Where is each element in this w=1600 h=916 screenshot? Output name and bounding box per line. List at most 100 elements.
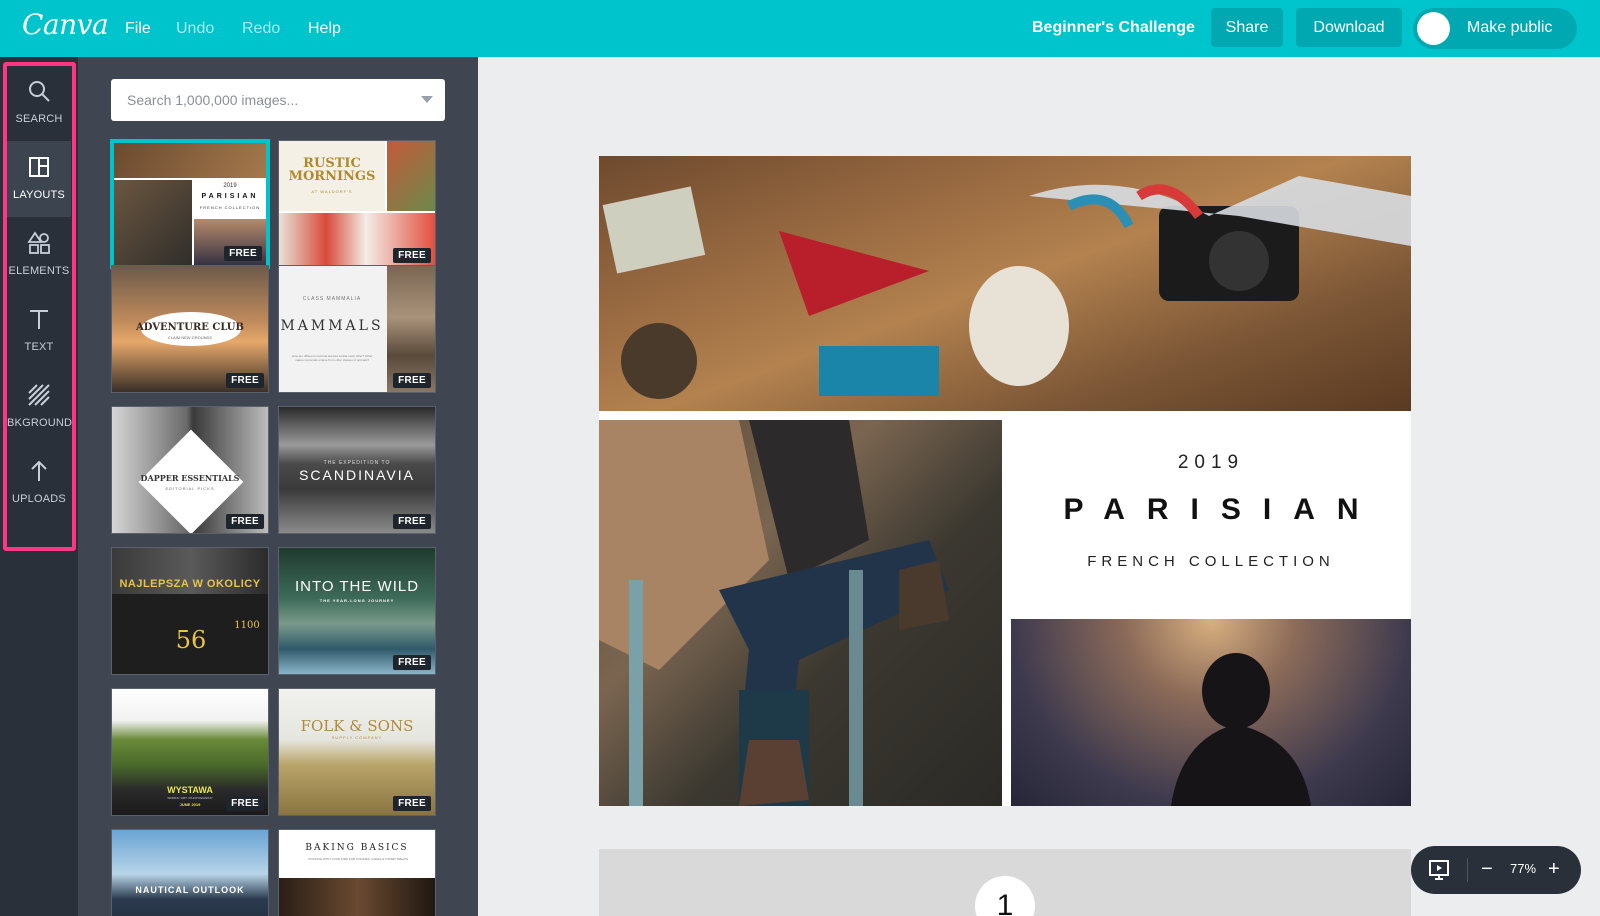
thumbnail-title: SCANDINAVIA <box>299 467 415 483</box>
photo-content <box>599 420 949 806</box>
thumbnail-subtitle: CLAIM NEW GROUNDS <box>167 335 213 340</box>
background-icon <box>28 384 50 406</box>
file-menu[interactable]: File <box>125 20 151 38</box>
free-badge: FREE <box>393 796 431 811</box>
photo-sunset-silhouette[interactable] <box>1011 619 1411 806</box>
sidebar-item-label: LAYOUTS <box>13 189 65 201</box>
sidebar-item-label: TEXT <box>24 341 54 353</box>
present-icon[interactable] <box>1427 858 1451 882</box>
share-button[interactable]: Share <box>1211 8 1283 47</box>
layout-thumbnail-into-the-wild[interactable]: INTO THE WILD THE YEAR-LONG JOURNEY FREE <box>278 547 436 675</box>
thumbnail-image <box>114 143 266 178</box>
zoom-divider <box>1467 858 1468 882</box>
chevron-down-icon[interactable] <box>421 96 433 103</box>
layouts-panel: Search 1,000,000 images... 2019 PARISIAN… <box>78 57 478 916</box>
download-button[interactable]: Download <box>1296 8 1402 47</box>
free-badge: FREE <box>393 655 431 670</box>
sidebar-item-background[interactable]: BKGROUND <box>7 369 73 445</box>
thumbnail-subtitle: FRENCH COLLECTION <box>199 205 261 210</box>
free-badge: FREE <box>393 373 431 388</box>
sidebar-item-layouts[interactable]: LAYOUTS <box>7 141 71 217</box>
thumbnail-subtitle: AT WALDORF'S <box>311 189 353 194</box>
image-search-input[interactable]: Search 1,000,000 images... <box>111 79 445 121</box>
sidebar-item-uploads[interactable]: UPLOADS <box>7 445 71 521</box>
layout-thumbnail-nautical-outlook[interactable]: NAUTICAL OUTLOOK <box>111 829 269 916</box>
layout-thumbnail-wystawa[interactable]: WYSTAWA WORKS / ART / PHOTOGRAPHY JUNE 2… <box>111 688 269 816</box>
upload-icon <box>31 460 47 481</box>
layout-thumbnail-najlepsza-w-okolicy[interactable]: NAJLEPSZA W OKOLICY 56 1100 <box>111 547 269 675</box>
sidebar: SEARCH LAYOUTS ELEMENTS TEXT BKGROUND UP… <box>0 57 78 916</box>
free-badge: FREE <box>226 514 264 529</box>
thumbnail-number: 56 <box>175 626 207 654</box>
thumbnail-image <box>387 141 435 211</box>
free-badge: FREE <box>224 246 262 261</box>
design-page-2[interactable]: 1 <box>599 849 1411 916</box>
search-icon <box>29 81 50 102</box>
sidebar-item-label: ELEMENTS <box>8 265 70 277</box>
thumbnail-title: ADVENTURE CLUB <box>136 322 244 333</box>
text-icon <box>30 310 48 329</box>
elements-icon <box>27 231 50 254</box>
layout-thumbnail-scandinavia[interactable]: THE EXPEDITION TO SCANDINAVIA FREE <box>278 406 436 534</box>
thumbnail-title: MAMMALS <box>280 318 384 334</box>
zoom-in-button[interactable]: + <box>1548 858 1560 880</box>
sidebar-item-label: UPLOADS <box>12 493 66 505</box>
layout-thumbnail-parisian[interactable]: 2019 PARISIAN FRENCH COLLECTION FREE <box>111 140 269 268</box>
make-public-label: Make public <box>1467 19 1553 36</box>
zoom-level[interactable]: 77% <box>1503 861 1543 876</box>
thumbnail-image <box>114 180 192 265</box>
zoom-control: − 77% + <box>1411 846 1581 894</box>
help-menu[interactable]: Help <box>308 20 341 38</box>
free-badge: FREE <box>393 248 431 263</box>
design-page[interactable]: 2019 PARISIAN FRENCH COLLECTION <box>599 156 1411 806</box>
photo-woman-seated[interactable] <box>599 420 1002 806</box>
thumbnail-kicker: CLASS MAMMALIA <box>302 296 362 302</box>
page-number-badge: 1 <box>975 876 1035 916</box>
sidebar-item-label: SEARCH <box>15 113 63 125</box>
layout-thumbnail-rustic-mornings[interactable]: RUSTIC MORNINGS AT WALDORF'S FREE <box>278 140 436 268</box>
layout-thumbnail-mammals[interactable]: CLASS MAMMALIA MAMMALS How are different… <box>278 265 436 393</box>
thumbnail-subtitle: EDITORIAL PICKS <box>165 486 215 491</box>
free-badge: FREE <box>226 373 264 388</box>
free-badge: FREE <box>393 514 431 529</box>
photo-desk-flatlay[interactable] <box>599 156 1411 411</box>
thumbnail-body: How are different mammal species similar… <box>291 354 373 362</box>
thumbnail-title: PARISIAN <box>201 193 259 200</box>
design-subtitle-text[interactable]: FRENCH COLLECTION <box>1011 553 1411 570</box>
thumbnail-title: FOLK & SONS <box>300 717 414 735</box>
layout-thumbnail-folk-and-sons[interactable]: FOLK & SONS SUPPLY COMPANY FREE <box>278 688 436 816</box>
layout-thumbnail-dapper-essentials[interactable]: DAPPER ESSENTIALS EDITORIAL PICKS FREE <box>111 406 269 534</box>
canva-logo[interactable]: Canva <box>22 8 109 41</box>
design-title[interactable]: Beginner's Challenge <box>1032 19 1195 37</box>
sidebar-item-search[interactable]: SEARCH <box>7 65 71 141</box>
thumbnail-title: NAJLEPSZA W OKOLICY <box>119 578 261 590</box>
sidebar-item-elements[interactable]: ELEMENTS <box>7 217 71 293</box>
thumbnail-kicker: THE EXPEDITION TO <box>323 460 391 466</box>
thumbnail-title: RUSTIC MORNINGS <box>288 156 376 184</box>
make-public-toggle[interactable]: Make public <box>1413 8 1577 49</box>
undo-button[interactable]: Undo <box>176 20 214 38</box>
design-year-text[interactable]: 2019 <box>1011 452 1411 474</box>
top-bar: Canva File Undo Redo Help Beginner's Cha… <box>0 0 1600 57</box>
thumbnail-title: INTO THE WILD <box>294 578 420 595</box>
design-title-text[interactable]: PARISIAN <box>1011 493 1411 527</box>
photo-content <box>602 176 1411 399</box>
layouts-icon <box>29 157 49 177</box>
sidebar-item-label: BKGROUND <box>7 417 73 429</box>
zoom-out-button[interactable]: − <box>1481 858 1493 880</box>
thumbnail-year: 2019 <box>223 183 237 189</box>
redo-button[interactable]: Redo <box>242 20 280 38</box>
photo-content <box>1171 653 1311 806</box>
sidebar-item-text[interactable]: TEXT <box>7 293 71 369</box>
free-badge: FREE <box>226 796 264 811</box>
thumbnail-title: WYSTAWA <box>167 785 213 795</box>
thumbnail-title: NAUTICAL OUTLOOK <box>135 885 245 895</box>
thumbnail-subtitle: THE YEAR-LONG JOURNEY <box>319 598 395 603</box>
thumbnail-title: DAPPER ESSENTIALS <box>140 473 240 483</box>
thumbnail-subtitle: SUPPLY COMPANY <box>331 735 383 740</box>
search-placeholder: Search 1,000,000 images... <box>127 92 299 108</box>
layout-thumbnail-adventure-club[interactable]: ADVENTURE CLUB CLAIM NEW GROUNDS FREE <box>111 265 269 393</box>
layout-thumbnail-baking-basics[interactable]: BAKING BASICS COOKING WITH YOUR KIDS FOR… <box>278 829 436 916</box>
thumbnail-number-secondary: 1100 <box>234 620 260 631</box>
thumbnail-title: BAKING BASICS <box>305 843 409 853</box>
